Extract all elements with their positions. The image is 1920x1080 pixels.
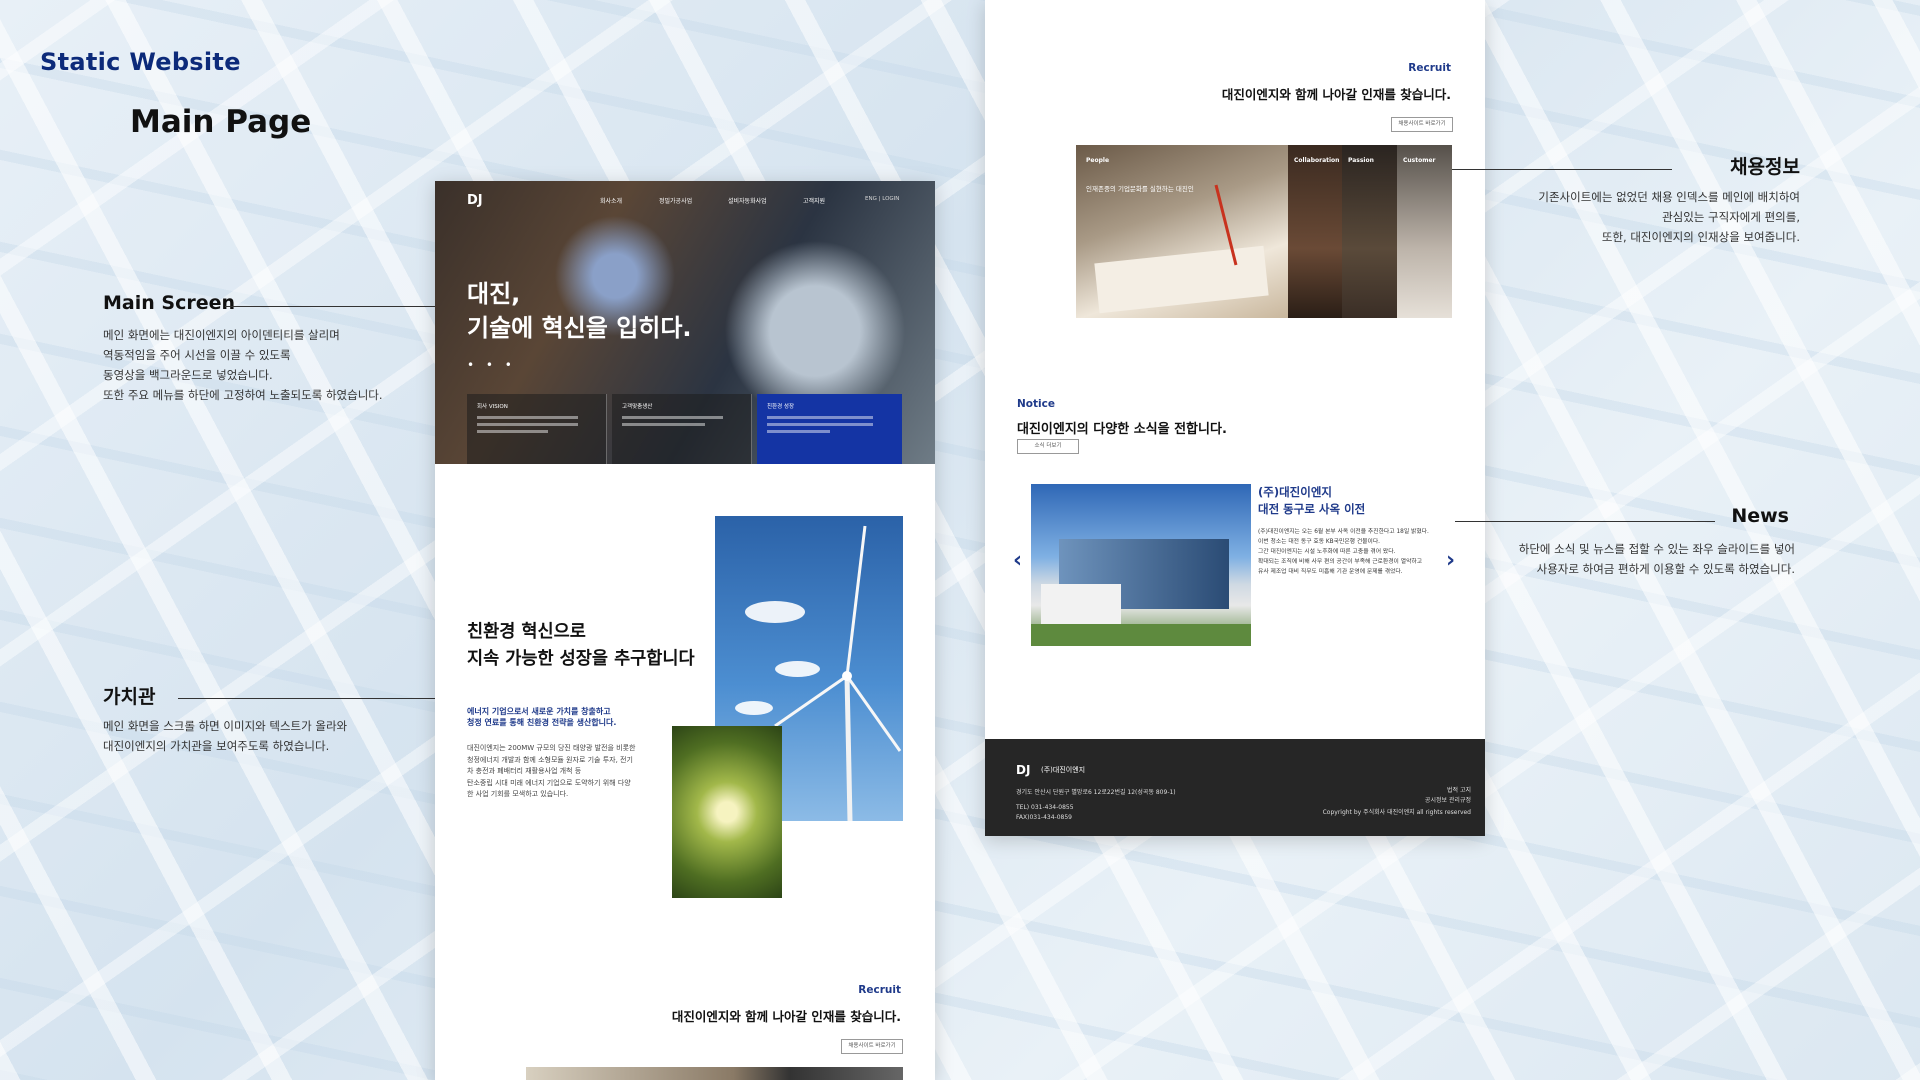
custom-production-box[interactable]: 고객맞춤생산	[612, 394, 752, 464]
values-connector	[178, 698, 443, 699]
hero-section: DJ 회사소개 정밀가공사업 설비자동화사업 고객지원 ENG | LOGIN …	[435, 181, 935, 464]
vision-box[interactable]: 회사 VISION	[467, 394, 607, 464]
site-footer: DJ (주)대진이엔지 경기도 안산시 단원구 별망로6 12로22번길 12(…	[985, 739, 1485, 836]
eco-growth-box[interactable]: 친환경 성장	[757, 394, 902, 464]
brand-label: Static Website	[40, 48, 241, 76]
site-logo[interactable]: DJ	[467, 193, 483, 208]
page-title: Main Page	[130, 104, 312, 140]
collaboration-panel[interactable]: Collaboration	[1288, 145, 1342, 318]
passion-panel[interactable]: Passion	[1342, 145, 1397, 318]
main-screen-connector	[225, 306, 435, 307]
news-body-text: (주)대진이엔지는 오는 6월 본부 사옥 이전을 추진한다고 18일 밝혔다.…	[1258, 529, 1429, 575]
recruit-heading: 대진이엔지와 함께 나아갈 인재를 찾습니다.	[671, 1009, 901, 1024]
main-screen-description: 메인 화면에는 대진이엔지의 아이덴티티를 살리며 역동적임을 주어 시선을 이…	[103, 328, 383, 402]
recruit-label: Recruit	[858, 984, 901, 996]
main-page-mockup-continued: Recruit 대진이엔지와 함께 나아갈 인재를 찾습니다. 채용사이트 바로…	[985, 0, 1485, 836]
footer-address: 경기도 안산시 단원구 별망로6 12로22번길 12(성곡동 809-1)	[1016, 789, 1176, 796]
nav-item-support[interactable]: 고객지원	[803, 196, 825, 205]
building-photo	[1031, 484, 1251, 646]
recruit-site-button[interactable]: 채용사이트 바로가기	[1391, 117, 1453, 132]
nav-item-company[interactable]: 회사소개	[600, 196, 622, 205]
notice-label: Notice	[1017, 398, 1055, 410]
main-screen-title: Main Screen	[103, 292, 235, 314]
footer-disclosure-link[interactable]: 공시정보 관리규정	[1425, 796, 1471, 806]
footer-tel: TEL) 031-434-0855	[1016, 804, 1074, 811]
footer-company: (주)대진이엔지	[1041, 766, 1086, 774]
news-more-button[interactable]: 소식 더보기	[1017, 439, 1079, 454]
footer-legal-link[interactable]: 법적 고지	[1447, 786, 1471, 796]
hero-headline: 대진, 기술에 혁신을 입히다.	[467, 280, 692, 342]
forest-canopy-image	[672, 726, 782, 898]
recruit-heading: 대진이엔지와 함께 나아갈 인재를 찾습니다.	[1221, 87, 1451, 102]
eco-body-text: 대진이엔지는 200MW 규모의 당진 태양광 발전을 비롯한 청정에너지 개발…	[467, 744, 636, 798]
eco-heading: 친환경 혁신으로 지속 가능한 성장을 추구합니다	[467, 622, 695, 669]
language-login-link[interactable]: ENG | LOGIN	[865, 196, 899, 202]
values-title: 가치관	[103, 686, 156, 708]
values-description: 메인 화면을 스크롤 하면 이미지와 텍스트가 올라와 대진이엔지의 가치관을 …	[103, 719, 348, 753]
nav-item-automation[interactable]: 설비자동화사업	[728, 196, 767, 205]
recruit-label: Recruit	[1408, 62, 1451, 74]
nav-item-precision[interactable]: 정밀가공사업	[659, 196, 692, 205]
footer-logo: DJ	[1016, 763, 1031, 777]
slider-prev-icon[interactable]: ‹	[1013, 548, 1022, 573]
hero-dots: • • •	[467, 358, 516, 372]
recruit-info-description: 기존사이트에는 없었던 채용 인덱스를 메인에 배치하여 관심있는 구직자에게 …	[1538, 190, 1800, 244]
footer-fax: FAX)031-434-0859	[1016, 814, 1072, 821]
recruit-image-strip	[526, 1067, 903, 1080]
people-panel[interactable]: People 인재존중의 기업문화를 실현하는 대진인	[1076, 145, 1288, 318]
recruit-info-connector	[1452, 169, 1672, 170]
news-connector	[1455, 521, 1715, 522]
news-description: 하단에 소식 및 뉴스를 접할 수 있는 좌우 슬라이드를 넣어 사용자로 하여…	[1518, 542, 1795, 576]
recruit-info-title: 채용정보	[1730, 156, 1800, 178]
news-title-annotation: News	[1731, 505, 1789, 527]
eco-subheading: 에너지 기업으로서 새로운 가치를 창출하고 청정 연료를 통해 친환경 전략을…	[467, 707, 617, 727]
customer-panel[interactable]: Customer	[1397, 145, 1452, 318]
recruit-image-panel[interactable]: People 인재존중의 기업문화를 실현하는 대진인 Collaboratio…	[1076, 145, 1452, 318]
main-page-mockup: DJ 회사소개 정밀가공사업 설비자동화사업 고객지원 ENG | LOGIN …	[435, 181, 935, 1080]
footer-copyright: Copyright by 주식회사 대진이엔지 all rights reser…	[1322, 809, 1471, 816]
recruit-site-button[interactable]: 채용사이트 바로가기	[841, 1039, 903, 1054]
news-title[interactable]: (주)대진이엔지 대전 동구로 사옥 이전	[1258, 484, 1365, 518]
notice-heading: 대진이엔지의 다양한 소식을 전합니다.	[1017, 422, 1227, 437]
slider-next-icon[interactable]: ›	[1446, 548, 1455, 573]
